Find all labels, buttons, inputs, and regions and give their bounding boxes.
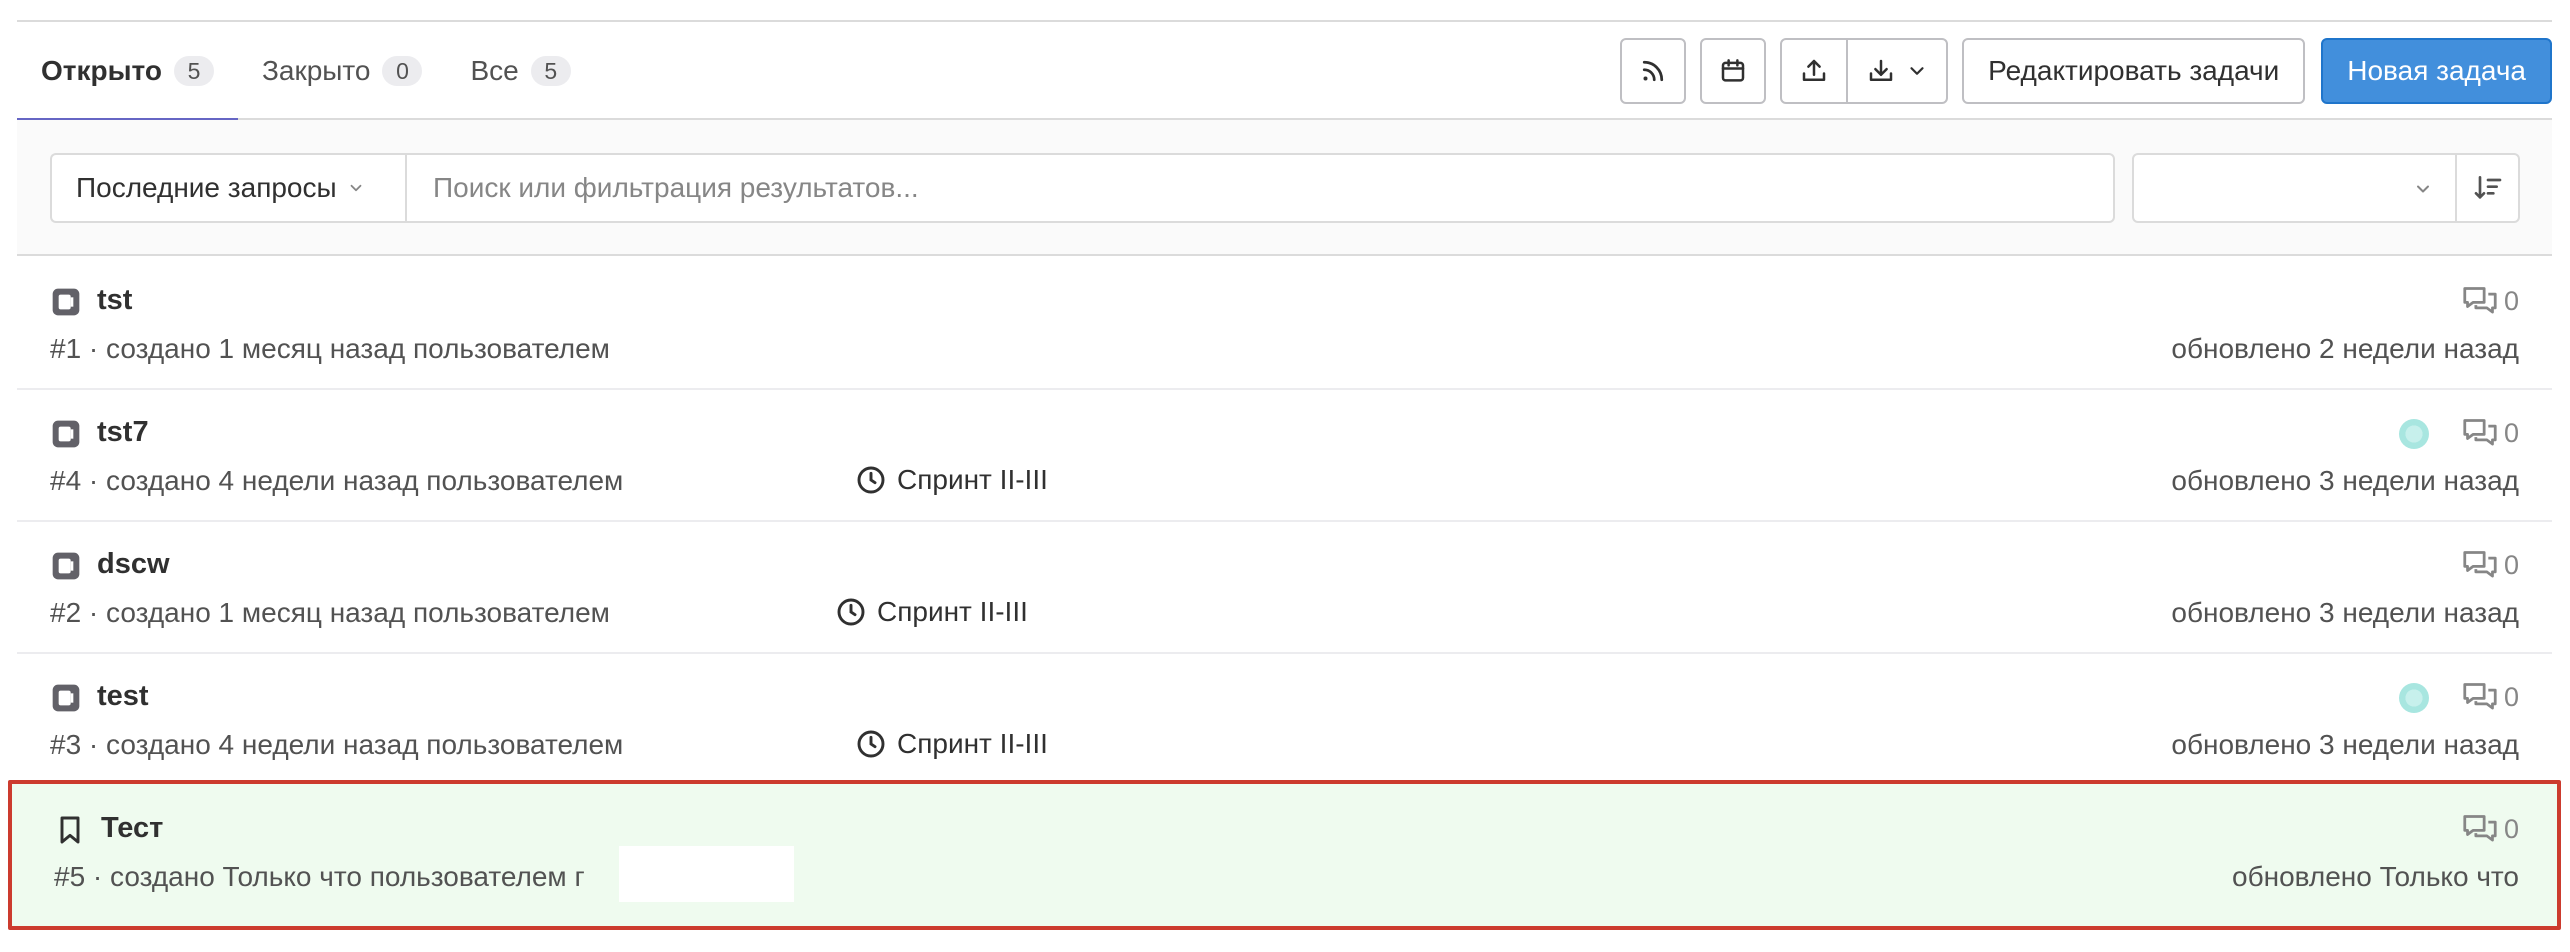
- comments-count[interactable]: 0: [2462, 284, 2519, 318]
- calendar-button[interactable]: [1700, 38, 1767, 104]
- comments-count-value: 0: [2503, 813, 2519, 844]
- milestone-label: Спринт II-III: [897, 728, 1048, 759]
- issue-meta: #1 · создано 1 месяц назад пользователем: [50, 333, 610, 364]
- comments-count-value: 0: [2503, 549, 2519, 580]
- comments-icon: [2463, 683, 2497, 710]
- milestone-label: Спринт II-III: [897, 464, 1048, 495]
- assignee-avatar[interactable]: [2399, 683, 2429, 713]
- calendar-icon: [1721, 59, 1745, 82]
- issue-updated: обновлено Только что: [2232, 861, 2519, 892]
- issue-meta: #3 · создано 4 недели назад пользователе…: [50, 729, 624, 760]
- tab-label: Все: [470, 55, 519, 86]
- milestone-link[interactable]: Спринт II-III: [835, 596, 1028, 628]
- comments-icon: [2463, 815, 2497, 842]
- tab-label: Открыто: [41, 55, 162, 86]
- search-input[interactable]: Поиск или фильтрация результатов...: [405, 153, 2115, 223]
- tab-closed[interactable]: Закрыто 0: [238, 22, 447, 120]
- filter-bar: Последние запросы Поиск или фильтрация р…: [17, 120, 2552, 256]
- import-export-group: [1780, 38, 1949, 104]
- export-dropdown-button[interactable]: [1846, 40, 1946, 102]
- sort-dropdown[interactable]: [2132, 153, 2457, 223]
- chevron-down-icon: [2417, 185, 2429, 193]
- tab-count-badge: 5: [530, 56, 571, 86]
- download-icon: [1869, 59, 1893, 81]
- issue-title-link[interactable]: Тест: [101, 812, 163, 845]
- issue-meta: #5 · создано Только что пользователем г: [54, 861, 585, 892]
- comments-count[interactable]: 0: [2462, 416, 2519, 450]
- recent-searches-dropdown[interactable]: Последние запросы: [50, 153, 405, 223]
- issue-title-link[interactable]: test: [97, 680, 149, 713]
- issues-page: Открыто 5 Закрыто 0 Все 5 Редактировать …: [0, 0, 2570, 952]
- comments-count[interactable]: 0: [2462, 680, 2519, 714]
- issue-updated: обновлено 3 недели назад: [2171, 465, 2519, 496]
- issue-updated: обновлено 3 недели назад: [2171, 597, 2519, 628]
- issue-title-link[interactable]: dscw: [97, 548, 170, 581]
- comments-icon: [2463, 551, 2497, 578]
- issue-row: test #3 · создано 4 недели назад пользов…: [17, 654, 2552, 786]
- recent-searches-label: Последние запросы: [76, 172, 337, 203]
- comments-count[interactable]: 0: [2462, 548, 2519, 582]
- bulk-edit-button[interactable]: Редактировать задачи: [1962, 38, 2306, 104]
- chevron-down-icon: [1910, 67, 1924, 75]
- chevron-down-icon: [350, 184, 362, 192]
- rss-icon: [1643, 60, 1664, 82]
- issue-row: dscw #2 · создано 1 месяц назад пользова…: [17, 522, 2552, 654]
- issue-updated: обновлено 2 недели назад: [2171, 333, 2519, 364]
- issues-header: Открыто 5 Закрыто 0 Все 5 Редактировать …: [17, 22, 2552, 122]
- tab-all[interactable]: Все 5: [446, 22, 594, 120]
- comments-count[interactable]: 0: [2462, 812, 2519, 846]
- issue-title-link[interactable]: tst7: [97, 416, 149, 449]
- search-placeholder: Поиск или фильтрация результатов...: [433, 172, 919, 203]
- issue-type-icon: [52, 552, 80, 580]
- assignee-avatar[interactable]: [2399, 419, 2429, 449]
- issue-meta: #4 · создано 4 недели назад пользователе…: [50, 465, 624, 496]
- upload-icon: [1802, 59, 1826, 81]
- milestone-link[interactable]: Спринт II-III: [855, 464, 1048, 496]
- issue-meta: #2 · создано 1 месяц назад пользователем: [50, 597, 610, 628]
- tab-count-badge: 5: [173, 56, 214, 86]
- tab-label: Закрыто: [261, 55, 371, 86]
- comments-count-value: 0: [2503, 285, 2519, 316]
- issue-type-icon: [52, 420, 80, 448]
- redacted-author: [619, 846, 794, 902]
- clock-icon: [857, 466, 885, 494]
- clock-icon: [837, 598, 865, 626]
- issues-toolbar: Редактировать задачи Новая задача: [1620, 38, 2552, 104]
- issue-row: tst7 #4 · создано 4 недели назад пользов…: [17, 390, 2552, 522]
- issue-type-icon: [52, 288, 80, 316]
- comments-icon: [2463, 419, 2497, 446]
- tab-opened[interactable]: Открыто 5: [17, 22, 238, 122]
- sort-direction-button[interactable]: [2455, 153, 2520, 223]
- clock-icon: [857, 730, 885, 758]
- rss-button[interactable]: [1620, 38, 1687, 104]
- comments-icon: [2463, 287, 2497, 314]
- state-tabs: Открыто 5 Закрыто 0 Все 5: [17, 22, 595, 122]
- tab-count-badge: 0: [382, 56, 423, 86]
- bookmark-icon: [60, 816, 80, 844]
- milestone-link[interactable]: Спринт II-III: [855, 728, 1048, 760]
- milestone-label: Спринт II-III: [877, 596, 1028, 627]
- issue-title-link[interactable]: tst: [97, 284, 132, 317]
- issue-row-highlighted: Тест #5 · создано Только что пользовател…: [8, 780, 2561, 930]
- sort-lowest-icon: [2474, 176, 2501, 199]
- comments-count-value: 0: [2503, 681, 2519, 712]
- issue-updated: обновлено 3 недели назад: [2171, 729, 2519, 760]
- new-issue-button[interactable]: Новая задача: [2321, 38, 2552, 104]
- import-button[interactable]: [1782, 40, 1846, 102]
- issue-type-icon: [52, 684, 80, 712]
- comments-count-value: 0: [2503, 417, 2519, 448]
- issue-row: tst #1 · создано 1 месяц назад пользоват…: [17, 258, 2552, 390]
